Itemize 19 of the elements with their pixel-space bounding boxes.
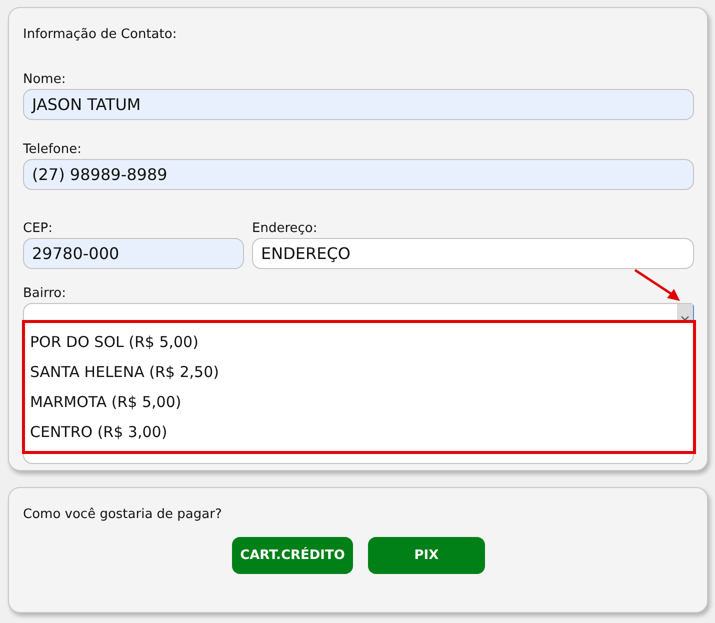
phone-field[interactable]: (27) 98989-8989 (23, 159, 694, 190)
dropdown-option[interactable]: MARMOTA (R$ 5,00) (30, 387, 688, 417)
annotation-arrow (633, 268, 683, 304)
dropdown-option[interactable]: POR DO SOL (R$ 5,00) (30, 327, 688, 357)
field-label: Telefone: (23, 141, 82, 158)
payment-button[interactable]: CART.CRÉDITO (232, 537, 353, 574)
field-label: Nome: (23, 71, 67, 88)
section-title: Informação de Contato: (23, 26, 178, 44)
dropdown-option[interactable]: CENTRO (R$ 3,00) (30, 417, 688, 447)
dropdown-option[interactable]: SANTA HELENA (R$ 2,50) (30, 357, 688, 387)
chevron-down-icon (681, 316, 689, 320)
payment-button[interactable]: PIX (368, 537, 485, 574)
field-label: Bairro: (23, 285, 68, 302)
field-label: Endereço: (252, 220, 318, 237)
cep-field[interactable]: 29780-000 (23, 238, 244, 269)
field-label: CEP: (23, 220, 54, 237)
name-field[interactable]: JASON TATUM (23, 89, 694, 120)
address-field[interactable]: ENDEREÇO (252, 238, 694, 269)
payment-question: Como você gostaria de pagar? (23, 506, 223, 524)
